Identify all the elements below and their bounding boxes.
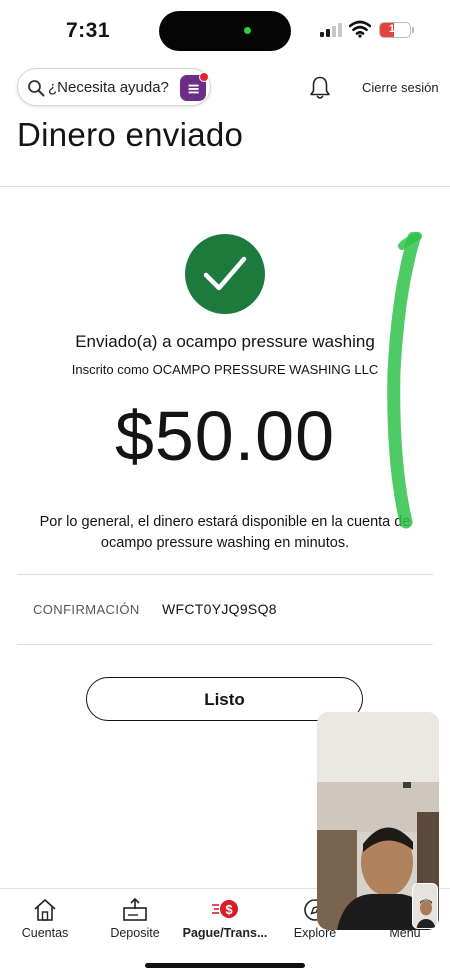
nav-item-accounts[interactable]: Cuentas xyxy=(0,889,90,949)
nav-item-deposit[interactable]: Deposite xyxy=(90,889,180,949)
nav-label: Pague/Trans... xyxy=(182,926,268,940)
battery-percentage: 17 xyxy=(388,23,402,35)
bell-icon[interactable] xyxy=(308,75,332,101)
section-divider xyxy=(17,644,433,645)
status-bar: 7:31 17 xyxy=(0,0,450,62)
home-icon xyxy=(34,899,56,921)
header-divider xyxy=(0,186,450,187)
battery-icon: 17 xyxy=(379,22,411,38)
camera-indicator-icon xyxy=(244,27,251,34)
pay-transfer-icon: $ xyxy=(212,900,238,918)
self-view-feed xyxy=(413,884,437,928)
deposit-icon xyxy=(123,897,147,921)
availability-note: Por lo general, el dinero estará disponi… xyxy=(39,514,411,551)
page-title: Dinero enviado xyxy=(17,116,244,153)
signout-link[interactable]: Cierre sesión xyxy=(362,80,439,95)
notification-dot xyxy=(199,72,209,82)
search-icon xyxy=(28,80,45,97)
facetime-self-view[interactable] xyxy=(412,883,438,929)
home-indicator[interactable] xyxy=(145,963,305,968)
green-annotation-stroke xyxy=(387,232,422,529)
nav-label: Cuentas xyxy=(21,926,69,940)
help-search-input[interactable]: ¿Necesita ayuda? ≡ xyxy=(17,68,211,106)
nav-item-pay-transfer[interactable]: $ Pague/Trans... xyxy=(180,889,270,949)
search-placeholder: ¿Necesita ayuda? xyxy=(48,79,169,96)
success-badge xyxy=(185,234,265,314)
confirmation-label: CONFIRMACIÓN xyxy=(33,602,140,617)
nav-label: Deposite xyxy=(110,926,160,940)
battery-cap xyxy=(412,27,414,33)
wifi-icon xyxy=(349,20,371,38)
svg-text:$: $ xyxy=(225,902,233,917)
section-divider xyxy=(17,574,433,575)
dynamic-island xyxy=(159,11,291,51)
fargo-glyph: ≡ xyxy=(187,79,201,98)
fargo-assistant-icon[interactable]: ≡ xyxy=(180,72,209,101)
confirmation-code: WFCT0YJQ9SQ8 xyxy=(162,601,277,617)
checkmark-icon xyxy=(203,256,247,291)
cellular-signal-icon xyxy=(320,23,342,37)
status-time: 7:31 xyxy=(66,19,111,42)
